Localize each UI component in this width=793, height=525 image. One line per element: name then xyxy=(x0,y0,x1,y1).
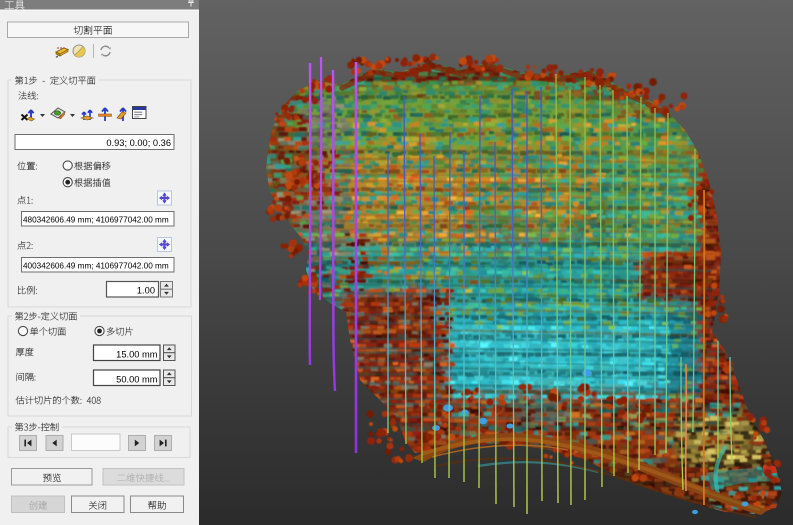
svg-text:1.00: 1.00 xyxy=(137,286,155,296)
svg-text:15.00 mm: 15.00 mm xyxy=(116,349,158,359)
svg-text:0.93; 0.00; 0.36: 0.93; 0.00; 0.36 xyxy=(106,138,171,148)
svg-text:480342606.49 mm; 4106977042.00: 480342606.49 mm; 4106977042.00 mm xyxy=(23,215,169,224)
svg-text:50.00 mm: 50.00 mm xyxy=(116,374,158,384)
svg-text:400342606.49 mm; 4106977042.00: 400342606.49 mm; 4106977042.00 mm xyxy=(23,261,169,270)
